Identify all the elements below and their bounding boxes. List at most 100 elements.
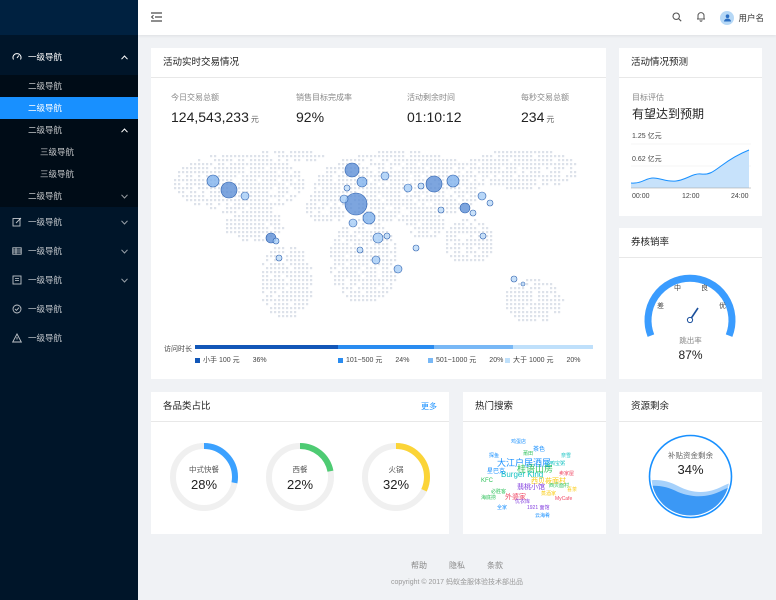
map-dot xyxy=(334,275,337,278)
footer-link-privacy[interactable]: 隐私 xyxy=(449,560,465,571)
map-dot xyxy=(198,187,201,190)
word-cloud-word[interactable]: 卖家屋 xyxy=(559,470,574,477)
footer-link-help[interactable]: 帮助 xyxy=(411,560,427,571)
map-dot xyxy=(238,227,241,230)
map-dot xyxy=(386,251,389,254)
map-dot xyxy=(486,159,489,162)
map-dot xyxy=(254,179,257,182)
map-dot xyxy=(434,231,437,234)
map-dot xyxy=(202,191,205,194)
word-cloud-word[interactable]: 云海肴 xyxy=(535,512,550,519)
map-dot xyxy=(402,199,405,202)
map-dot xyxy=(394,175,397,178)
user-menu[interactable]: 用户名 xyxy=(720,10,764,25)
search-icon[interactable] xyxy=(672,11,683,24)
nav-level1-dashboard[interactable]: 一级导航 xyxy=(0,39,138,75)
map-dot xyxy=(418,215,421,218)
map-dot xyxy=(198,171,201,174)
map-dot xyxy=(374,203,377,206)
word-cloud-word[interactable]: 鸡蛋店 xyxy=(511,438,526,445)
nav-level3-item[interactable]: 三级导航 xyxy=(0,141,138,163)
word-cloud-word[interactable]: 海底捞 xyxy=(481,494,496,501)
map-dot xyxy=(250,219,253,222)
map-dot xyxy=(490,243,493,246)
map-dot xyxy=(242,175,245,178)
word-cloud-word[interactable]: 喜茶 xyxy=(567,486,577,493)
word-cloud-word[interactable]: 莆田 xyxy=(523,450,533,457)
word-cloud-word[interactable]: 全家 xyxy=(497,504,507,511)
map-dot xyxy=(310,203,313,206)
map-dot xyxy=(430,195,433,198)
word-cloud-word[interactable]: 奈雪 xyxy=(561,452,571,459)
map-dot xyxy=(346,271,349,274)
nav-level2-item-expanded[interactable]: 二级导航 xyxy=(0,119,138,141)
map-dot xyxy=(470,191,473,194)
map-dot xyxy=(346,227,349,230)
map-dot xyxy=(258,183,261,186)
map-dot xyxy=(482,159,485,162)
map-dot xyxy=(198,175,201,178)
map-dot xyxy=(394,279,397,282)
map-dot xyxy=(458,239,461,242)
map-dot xyxy=(234,163,237,166)
menu-fold-icon[interactable] xyxy=(150,12,162,24)
nav-level2-item[interactable]: 二级导航 xyxy=(0,75,138,97)
map-dot xyxy=(542,283,545,286)
map-dot xyxy=(370,251,373,254)
word-cloud-word[interactable]: 西贝面村 xyxy=(549,482,569,489)
word-cloud-word[interactable]: 茶色 xyxy=(533,444,545,453)
word-cloud-word[interactable]: 星巴克 xyxy=(487,466,505,475)
footer-link-terms[interactable]: 条款 xyxy=(487,560,503,571)
word-cloud-word[interactable]: 蒸酒家 xyxy=(541,490,556,497)
map-dot xyxy=(354,239,357,242)
map-dot xyxy=(238,191,241,194)
nav-level3-item[interactable]: 三级导航 xyxy=(0,163,138,185)
category-donut: 西餐 22% xyxy=(265,442,335,512)
map-dot xyxy=(506,183,509,186)
nav-level1-result[interactable]: 一级导航 xyxy=(0,294,138,323)
more-link[interactable]: 更多 xyxy=(421,392,437,422)
map-dot xyxy=(374,227,377,230)
nav-level1-exception[interactable]: 一级导航 xyxy=(0,323,138,352)
map-dot xyxy=(450,231,453,234)
map-dot xyxy=(370,191,373,194)
word-cloud-word[interactable]: 探鱼 xyxy=(489,452,499,459)
nav-level1-table[interactable]: 一级导航 xyxy=(0,236,138,265)
word-cloud-word[interactable]: KFC xyxy=(481,478,493,484)
map-dot xyxy=(378,215,381,218)
card-title: 热门搜索 xyxy=(463,392,606,422)
word-cloud-word[interactable]: 1921 面馆 xyxy=(527,504,550,511)
nav-level2-item-active[interactable]: 二级导航 xyxy=(0,97,138,119)
nav-level1-profile[interactable]: 一级导航 xyxy=(0,265,138,294)
nav-level1-form[interactable]: 一级导航 xyxy=(0,207,138,236)
map-dot xyxy=(554,291,557,294)
map-dot xyxy=(250,231,253,234)
map-dot xyxy=(474,187,477,190)
map-dot xyxy=(350,239,353,242)
map-dot xyxy=(538,187,541,190)
bell-icon[interactable] xyxy=(696,11,706,24)
map-dot xyxy=(526,175,529,178)
map-dot xyxy=(306,151,309,154)
word-cloud-word[interactable]: 小鸭宝粥 xyxy=(545,460,565,467)
map-dot xyxy=(262,231,265,234)
map-dot xyxy=(262,283,265,286)
map-dot xyxy=(290,259,293,262)
map-dot xyxy=(290,183,293,186)
map-dot xyxy=(490,231,493,234)
map-bubble xyxy=(417,182,425,190)
map-dot xyxy=(530,179,533,182)
word-cloud-word[interactable]: MyCafe xyxy=(555,496,572,502)
nav-level2-item[interactable]: 二级导航 xyxy=(0,185,138,207)
map-dot xyxy=(550,291,553,294)
map-dot xyxy=(522,163,525,166)
map-dot xyxy=(438,171,441,174)
map-dot xyxy=(270,211,273,214)
map-dot xyxy=(190,199,193,202)
map-dot xyxy=(454,191,457,194)
map-dot xyxy=(266,299,269,302)
map-dot xyxy=(254,191,257,194)
map-dot xyxy=(298,183,301,186)
map-dot xyxy=(542,179,545,182)
map-dot xyxy=(278,267,281,270)
